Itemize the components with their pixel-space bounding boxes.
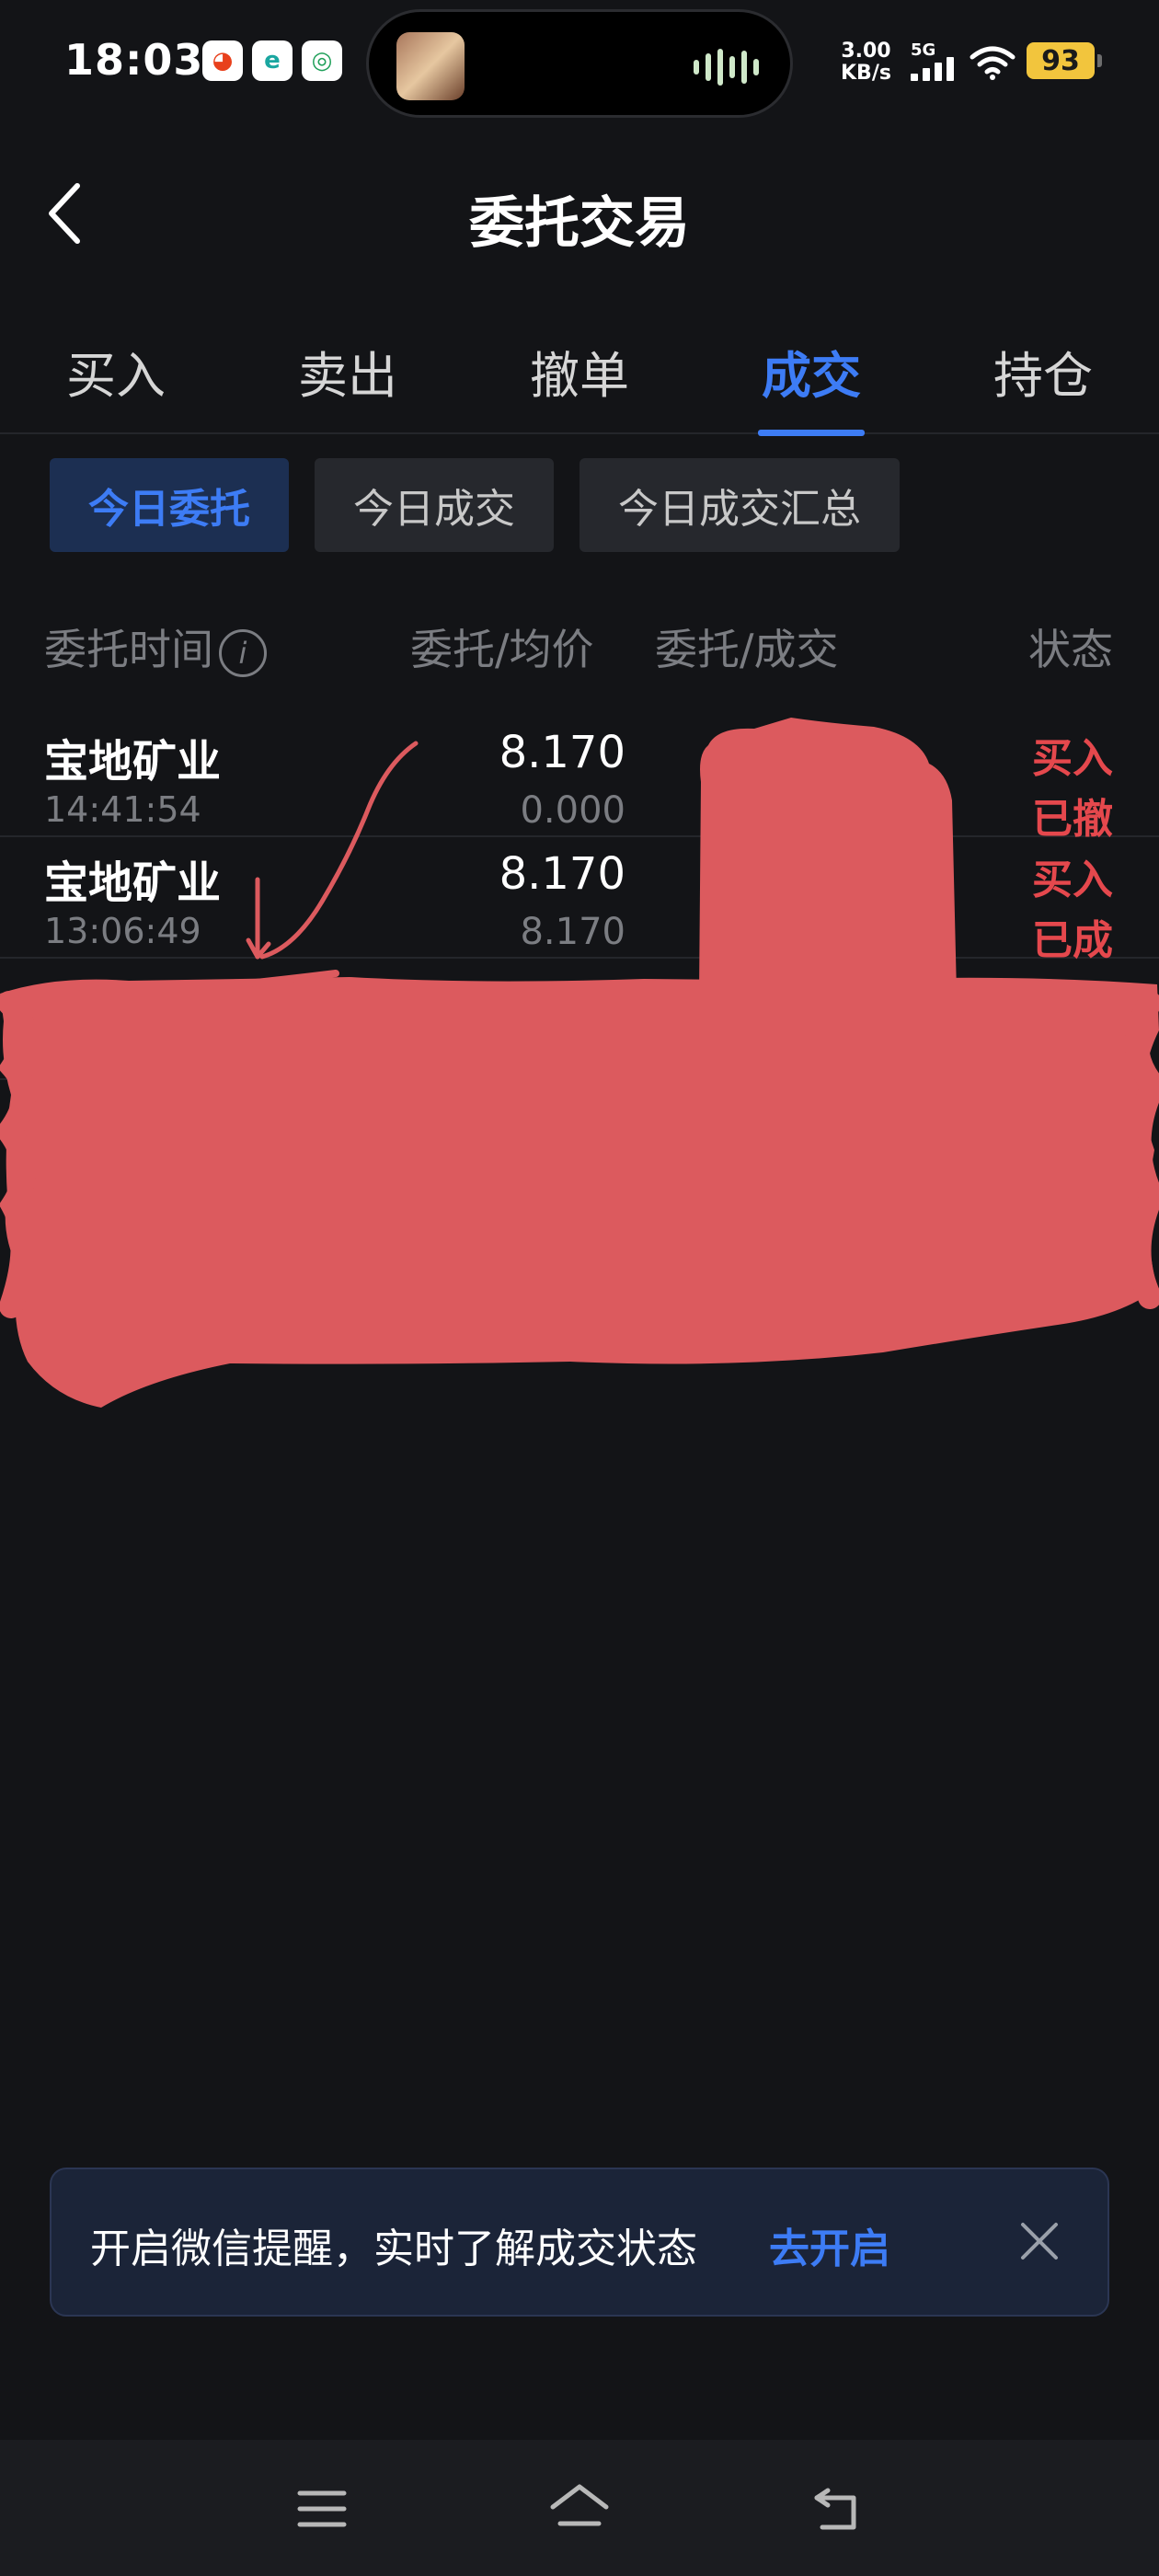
dynamic-island[interactable] xyxy=(366,9,793,118)
enable-reminder-link[interactable]: 去开启 xyxy=(769,2215,890,2274)
order-side: 买入 xyxy=(1032,735,1113,782)
menu-button[interactable] xyxy=(285,2477,359,2541)
network-speed-unit: KB/s xyxy=(841,62,891,85)
order-price: 8.170 xyxy=(499,848,625,900)
status-bar: 18:03 ◕ e ◎ 3.00 KB/s 5G 93 xyxy=(0,0,1159,129)
filter-chips: 今日委托 今日成交 今日成交汇总 xyxy=(50,458,900,552)
order-row[interactable]: 宝地矿业 13:06:49 8.170 8.170 买入 已成 xyxy=(0,837,1159,964)
mobile-service-icon: ◎ xyxy=(302,40,342,81)
wechat-reminder-banner: 开启微信提醒，实时了解成交状态 去开启 xyxy=(50,2168,1109,2317)
info-icon[interactable]: i xyxy=(219,628,267,677)
cell-signal-icon: 5G xyxy=(911,40,958,81)
column-header-time: 委托时间 i xyxy=(44,616,267,677)
chip-today-deals-summary[interactable]: 今日成交汇总 xyxy=(580,458,900,552)
back-nav-button[interactable] xyxy=(800,2477,874,2541)
column-header-status: 状态 xyxy=(1028,625,1113,674)
column-header-qty: 委托/成交 xyxy=(655,625,839,674)
audio-wave-icon xyxy=(694,49,759,86)
chip-today-orders[interactable]: 今日委托 xyxy=(50,458,289,552)
album-art xyxy=(396,32,465,100)
wifi-icon xyxy=(970,46,1016,80)
stock-name: 宝地矿业 xyxy=(44,857,222,909)
home-button[interactable] xyxy=(543,2477,616,2541)
avg-price: 8.170 xyxy=(520,911,625,953)
notification-icons: ◕ e ◎ xyxy=(202,40,342,81)
tab-deals[interactable]: 成交 xyxy=(738,324,885,436)
battery-icon: 93 xyxy=(1027,42,1102,79)
order-time: 14:41:54 xyxy=(44,789,201,830)
order-time: 13:06:49 xyxy=(44,911,201,951)
chip-today-deals[interactable]: 今日成交 xyxy=(315,458,554,552)
network-speed-value: 3.00 xyxy=(841,40,891,63)
tab-buy[interactable]: 买入 xyxy=(42,324,189,434)
battery-level: 93 xyxy=(1041,44,1080,77)
order-status: 已撤 xyxy=(1032,796,1113,843)
order-row[interactable]: 宝地矿业 14:41:54 8.170 0.000 买入 已撤 xyxy=(0,716,1159,843)
app-header: 委托交易 xyxy=(0,156,1159,267)
trade-tabs: 买入 卖出 撤单 成交 持仓 xyxy=(0,324,1159,436)
system-navigation-bar xyxy=(0,2440,1159,2576)
tab-cancel[interactable]: 撤单 xyxy=(506,324,653,434)
taobao-icon: ◕ xyxy=(202,40,243,81)
order-side: 买入 xyxy=(1032,857,1113,903)
order-price: 8.170 xyxy=(499,727,625,778)
menu-icon xyxy=(297,2490,347,2527)
column-header-time-label: 委托时间 xyxy=(44,625,213,674)
tab-sell[interactable]: 卖出 xyxy=(274,324,421,434)
page-title: 委托交易 xyxy=(469,191,690,256)
browser-icon: e xyxy=(252,40,293,81)
reminder-text: 开启微信提醒，实时了解成交状态 xyxy=(90,2225,697,2272)
close-icon[interactable] xyxy=(1012,2214,1067,2269)
avg-price: 0.000 xyxy=(520,789,625,832)
home-icon xyxy=(550,2484,609,2526)
stock-name: 宝地矿业 xyxy=(44,736,222,788)
tab-positions[interactable]: 持仓 xyxy=(970,324,1117,434)
column-header-price: 委托/均价 xyxy=(410,625,594,674)
order-status: 已成 xyxy=(1032,917,1113,964)
clock: 18:03 xyxy=(64,35,204,85)
return-icon xyxy=(814,2488,856,2530)
network-speed: 3.00 KB/s xyxy=(841,40,891,85)
order-row-partial[interactable] xyxy=(0,959,1159,1080)
